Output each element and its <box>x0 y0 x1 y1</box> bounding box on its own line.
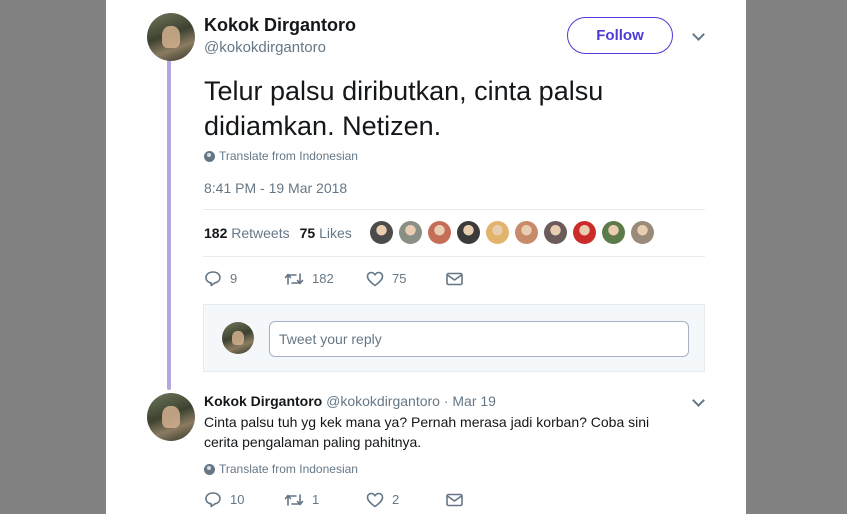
translate-link[interactable]: Translate from Indonesian <box>204 462 358 476</box>
reply-author-avatar[interactable] <box>147 393 195 441</box>
liker-avatar[interactable] <box>544 221 567 244</box>
current-user-avatar[interactable] <box>222 322 254 354</box>
reply-placeholder: Tweet your reply <box>279 331 382 347</box>
liker-avatar[interactable] <box>370 221 393 244</box>
heart-icon <box>366 271 384 287</box>
retweet-action[interactable]: 182 <box>284 271 366 287</box>
reply-icon <box>204 491 222 508</box>
reply-input[interactable]: Tweet your reply <box>269 321 689 357</box>
translate-label: Translate from Indonesian <box>219 462 358 476</box>
translate-link[interactable]: Translate from Indonesian <box>204 149 358 163</box>
direct-message-action[interactable] <box>446 272 463 286</box>
retweet-stat[interactable]: 182 Retweets <box>204 225 290 241</box>
chevron-down-icon[interactable] <box>692 394 705 407</box>
tweet-text: Telur palsu diributkan, cinta palsu didi… <box>204 76 604 141</box>
retweet-action[interactable]: 1 <box>284 492 366 508</box>
retweet-stat-label: Retweets <box>231 225 290 241</box>
envelope-icon <box>446 493 463 507</box>
like-stat-count: 75 <box>299 225 316 241</box>
like-stat-label: Likes <box>319 225 352 241</box>
reply-author-handle[interactable]: @kokokdirgantoro <box>326 393 440 409</box>
retweet-icon <box>284 271 304 287</box>
liker-avatar[interactable] <box>515 221 538 244</box>
envelope-icon <box>446 272 463 286</box>
chevron-down-icon[interactable] <box>692 28 705 41</box>
reply-header: Kokok Dirgantoro @kokokdirgantoro · Mar … <box>204 393 496 409</box>
liker-avatar[interactable] <box>631 221 654 244</box>
globe-icon <box>204 150 215 162</box>
heart-icon <box>366 492 384 508</box>
reply-author-name[interactable]: Kokok Dirgantoro <box>204 393 322 409</box>
thread-line <box>167 60 171 390</box>
like-count: 2 <box>392 492 400 507</box>
liker-avatar[interactable] <box>399 221 422 244</box>
liker-avatar[interactable] <box>602 221 625 244</box>
retweet-icon <box>284 492 304 508</box>
reply-actions: 10 1 2 <box>204 491 463 508</box>
tweet-timestamp[interactable]: 8:41 PM - 19 Mar 2018 <box>204 180 347 196</box>
translate-label: Translate from Indonesian <box>219 149 358 163</box>
liker-avatar[interactable] <box>457 221 480 244</box>
reply-count: 10 <box>230 492 245 507</box>
follow-button[interactable]: Follow <box>567 17 673 54</box>
reply-action[interactable]: 10 <box>204 491 284 508</box>
direct-message-action[interactable] <box>446 493 463 507</box>
liker-avatar[interactable] <box>428 221 451 244</box>
retweet-stat-count: 182 <box>204 225 228 241</box>
reply-count: 9 <box>230 271 238 286</box>
reply-icon <box>204 270 222 287</box>
liker-avatar[interactable] <box>573 221 596 244</box>
author-avatar[interactable] <box>147 13 195 61</box>
like-count: 75 <box>392 271 407 286</box>
reply-composer: Tweet your reply <box>203 304 705 372</box>
liker-avatars <box>370 221 654 244</box>
globe-icon <box>204 463 215 475</box>
reply-action[interactable]: 9 <box>204 270 284 287</box>
tweet-actions: 9 182 75 <box>204 270 463 287</box>
divider <box>203 256 705 257</box>
author-name[interactable]: Kokok Dirgantoro <box>204 15 356 36</box>
retweet-count: 1 <box>312 492 320 507</box>
retweet-count: 182 <box>312 271 334 286</box>
like-action[interactable]: 2 <box>366 492 446 508</box>
reply-text: Cinta palsu tuh yg kek mana ya? Pernah m… <box>204 414 650 450</box>
liker-avatar[interactable] <box>486 221 509 244</box>
divider <box>203 209 705 210</box>
author-handle[interactable]: @kokokdirgantoro <box>204 39 326 56</box>
like-action[interactable]: 75 <box>366 271 446 287</box>
like-stat[interactable]: 75 Likes <box>300 225 352 241</box>
tweet-stats: 182 Retweets 75 Likes <box>204 225 352 241</box>
tweet-card: Kokok Dirgantoro @kokokdirgantoro Follow… <box>106 0 746 514</box>
reply-date[interactable]: · Mar 19 <box>444 393 496 409</box>
